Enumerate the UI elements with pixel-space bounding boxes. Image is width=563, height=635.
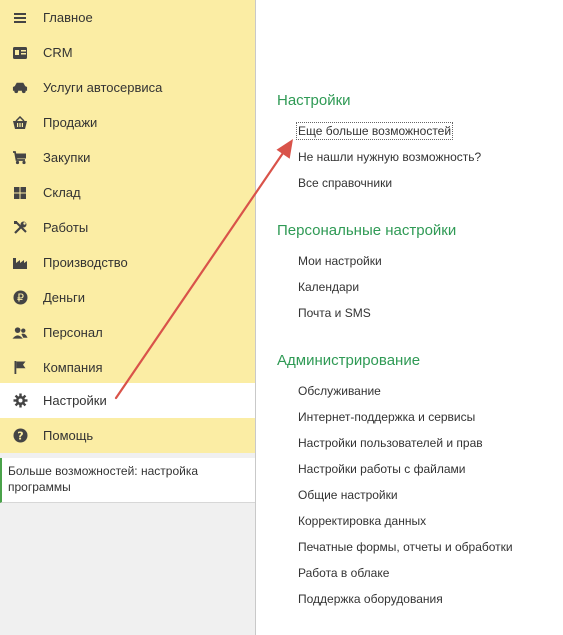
link-internet-support[interactable]: Интернет-поддержка и сервисы bbox=[298, 410, 475, 424]
sidebar-item-purchases[interactable]: Закупки bbox=[0, 140, 255, 175]
section-title-settings: Настройки bbox=[277, 92, 351, 109]
sidebar-item-works[interactable]: Работы bbox=[0, 210, 255, 245]
car-icon bbox=[12, 80, 28, 96]
flag-icon bbox=[12, 360, 28, 376]
sidebar-item-label: Компания bbox=[43, 360, 103, 375]
link-all-catalogs[interactable]: Все справочники bbox=[298, 176, 392, 190]
ruble-icon: ₽ bbox=[12, 290, 28, 306]
sidebar-item-label: Закупки bbox=[43, 150, 91, 165]
sidebar-item-main[interactable]: Главное bbox=[0, 0, 255, 35]
sidebar-item-personnel[interactable]: Персонал bbox=[0, 315, 255, 350]
sidebar-item-label: Деньги bbox=[43, 290, 85, 305]
sidebar-item-car-service[interactable]: Услуги автосервиса bbox=[0, 70, 255, 105]
settings-panel: Настройки Еще больше возможностей Не наш… bbox=[256, 0, 563, 635]
sidebar-item-company[interactable]: Компания bbox=[0, 350, 255, 385]
section-hint: Больше возможностей: настройка программы bbox=[0, 458, 255, 503]
sidebar-item-label: Настройки bbox=[43, 393, 107, 408]
link-file-settings[interactable]: Настройки работы с файлами bbox=[298, 462, 465, 476]
sidebar-item-crm[interactable]: CRM bbox=[0, 35, 255, 70]
sidebar-item-warehouse[interactable]: Склад bbox=[0, 175, 255, 210]
sidebar-item-label: Работы bbox=[43, 220, 89, 235]
link-feature-not-found[interactable]: Не нашли нужную возможность? bbox=[298, 150, 481, 164]
sidebar-item-label: Склад bbox=[43, 185, 81, 200]
svg-text:₽: ₽ bbox=[17, 291, 24, 304]
link-general-settings[interactable]: Общие настройки bbox=[298, 488, 398, 502]
sections-panel: Главное CRM Услуги автосервиса Продажи З bbox=[0, 0, 255, 453]
sidebar-item-label: Главное bbox=[43, 10, 93, 25]
gear-icon bbox=[12, 393, 28, 409]
menu-icon bbox=[12, 10, 28, 26]
sidebar-item-label: Помощь bbox=[43, 428, 94, 443]
crm-icon bbox=[12, 45, 28, 61]
factory-icon bbox=[12, 255, 28, 271]
section-title-administration: Администрирование bbox=[277, 352, 421, 369]
svg-text:?: ? bbox=[17, 430, 23, 443]
sidebar-item-label: Персонал bbox=[43, 325, 103, 340]
link-user-rights-settings[interactable]: Настройки пользователей и прав bbox=[298, 436, 483, 450]
sidebar-item-production[interactable]: Производство bbox=[0, 245, 255, 280]
sidebar-item-sales[interactable]: Продажи bbox=[0, 105, 255, 140]
warehouse-icon bbox=[12, 185, 28, 201]
help-icon: ? bbox=[12, 428, 28, 444]
link-data-correction[interactable]: Корректировка данных bbox=[298, 514, 426, 528]
sidebar-item-help[interactable]: ? Помощь bbox=[0, 418, 255, 453]
link-calendars[interactable]: Календари bbox=[298, 280, 359, 294]
sidebar-item-label: Услуги автосервиса bbox=[43, 80, 163, 95]
people-icon bbox=[12, 325, 28, 341]
link-more-features[interactable]: Еще больше возможностей bbox=[295, 122, 454, 140]
tools-icon bbox=[12, 220, 28, 236]
link-my-settings[interactable]: Мои настройки bbox=[298, 254, 382, 268]
link-cloud-work[interactable]: Работа в облаке bbox=[298, 566, 389, 580]
link-equipment-support[interactable]: Поддержка оборудования bbox=[298, 592, 443, 606]
sidebar-item-label: CRM bbox=[43, 45, 73, 60]
sidebar-item-label: Продажи bbox=[43, 115, 98, 130]
sidebar: Главное CRM Услуги автосервиса Продажи З bbox=[0, 0, 256, 635]
sidebar-item-label: Производство bbox=[43, 255, 128, 270]
cart-icon bbox=[12, 150, 28, 166]
link-mail-sms[interactable]: Почта и SMS bbox=[298, 306, 371, 320]
section-title-personal: Персональные настройки bbox=[277, 222, 457, 239]
link-maintenance[interactable]: Обслуживание bbox=[298, 384, 381, 398]
link-print-forms-reports[interactable]: Печатные формы, отчеты и обработки bbox=[298, 540, 513, 554]
sidebar-item-money[interactable]: ₽ Деньги bbox=[0, 280, 255, 315]
sidebar-item-settings[interactable]: Настройки bbox=[0, 383, 255, 418]
basket-icon bbox=[12, 115, 28, 131]
